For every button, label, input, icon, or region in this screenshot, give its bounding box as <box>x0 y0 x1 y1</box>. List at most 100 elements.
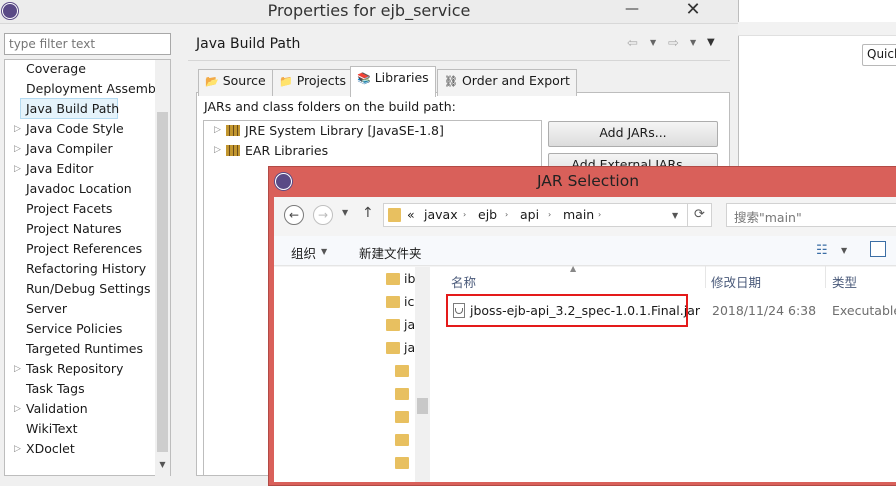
tab-label: Source <box>222 73 266 88</box>
nav-folder-label[interactable]: ib <box>404 271 415 286</box>
expand-arrow-icon[interactable]: ▷ <box>14 119 22 139</box>
tree-item-java-compiler[interactable]: Java Compiler <box>26 139 113 159</box>
add-jars-button[interactable]: Add JARs... <box>548 121 718 147</box>
column-divider[interactable] <box>825 266 826 288</box>
tree-item-task-repository[interactable]: Task Repository <box>26 359 123 379</box>
close-button[interactable]: ✕ <box>650 0 736 22</box>
address-history-dropdown-icon[interactable]: ▼ <box>672 211 678 220</box>
expand-arrow-icon[interactable]: ▷ <box>14 359 22 379</box>
tab-order-export[interactable]: ⛓ Order and Export <box>437 69 577 96</box>
tree-item-targeted-runtimes[interactable]: Targeted Runtimes <box>26 339 143 359</box>
library-entry[interactable]: EAR Libraries <box>226 141 328 161</box>
tree-item-validation[interactable]: Validation <box>26 399 88 419</box>
tree-item-wikitext[interactable]: WikiText <box>26 419 78 439</box>
scroll-down-arrow-icon[interactable]: ▼ <box>155 460 170 474</box>
tree-item-project-references[interactable]: Project References <box>26 239 142 259</box>
tree-item-java-build-path[interactable]: Java Build Path <box>26 99 119 119</box>
tree-item-server[interactable]: Server <box>26 299 67 319</box>
breadcrumb-ejb[interactable]: ejb <box>478 207 497 222</box>
folder-icon <box>388 208 401 222</box>
folder-icon[interactable] <box>395 457 409 469</box>
refresh-icon[interactable]: ⟳ <box>688 203 712 227</box>
tree-item-java-code-style[interactable]: Java Code Style <box>26 119 124 139</box>
tree-item-coverage[interactable]: Coverage <box>26 59 86 79</box>
column-header-name[interactable]: 名称 <box>451 272 476 291</box>
breadcrumb-overflow[interactable]: « <box>407 207 415 222</box>
expand-arrow-icon[interactable]: ▷ <box>14 399 22 419</box>
tree-item-service-policies[interactable]: Service Policies <box>26 319 122 339</box>
projects-icon: 📁 <box>279 75 293 88</box>
forward-arrow-icon[interactable]: ⇨ <box>668 36 679 51</box>
tree-item-java-editor[interactable]: Java Editor <box>26 159 93 179</box>
nav-scrollbar[interactable] <box>415 267 430 482</box>
quick-access-input[interactable]: Quick <box>862 44 896 66</box>
expand-arrow-icon[interactable]: ▷ <box>214 145 221 155</box>
minimize-button[interactable]: — <box>614 2 650 20</box>
page-title: Java Build Path <box>196 36 301 52</box>
libraries-caption: JARs and class folders on the build path… <box>204 99 456 114</box>
order-export-icon: ⛓ <box>444 75 458 88</box>
library-icon <box>226 125 240 136</box>
file-modified: 2018/11/24 6:38 <box>712 303 817 318</box>
folder-icon[interactable] <box>395 434 409 446</box>
breadcrumb-chevron-icon[interactable]: › <box>505 210 508 219</box>
back-history-dropdown-icon[interactable]: ▼ <box>650 38 656 47</box>
view-options-icon[interactable]: ☷ <box>816 243 828 258</box>
back-arrow-icon[interactable]: ← <box>284 205 304 225</box>
folder-icon[interactable] <box>395 411 409 423</box>
tree-item-javadoc-location[interactable]: Javadoc Location <box>26 179 132 199</box>
forward-history-dropdown-icon[interactable]: ▼ <box>690 38 696 47</box>
new-folder-button[interactable]: 新建文件夹 <box>359 243 422 262</box>
breadcrumb-api[interactable]: api <box>520 207 539 222</box>
breadcrumb-chevron-icon[interactable]: › <box>548 210 551 219</box>
view-dropdown-icon[interactable]: ▼ <box>841 246 847 255</box>
tree-item-xdoclet[interactable]: XDoclet <box>26 439 75 459</box>
dialog-title: JAR Selection <box>536 172 640 190</box>
tree-item-project-natures[interactable]: Project Natures <box>26 219 122 239</box>
folder-icon <box>386 319 400 331</box>
expand-arrow-icon[interactable]: ▷ <box>214 125 221 135</box>
recent-locations-dropdown-icon[interactable]: ▼ <box>342 208 348 217</box>
tree-scrollbar-thumb[interactable] <box>157 112 168 452</box>
nav-scrollbar-thumb[interactable] <box>417 398 428 414</box>
column-header-modified[interactable]: 修改日期 <box>711 272 761 291</box>
folder-icon <box>386 296 400 308</box>
breadcrumb-chevron-icon[interactable]: › <box>463 210 466 219</box>
file-name[interactable]: jboss-ejb-api_3.2_spec-1.0.1.Final.jar <box>470 303 700 318</box>
breadcrumb-main[interactable]: main <box>563 207 594 222</box>
expand-arrow-icon[interactable]: ▷ <box>14 139 22 159</box>
forward-arrow-icon[interactable]: → <box>313 205 333 225</box>
nav-folder-label[interactable]: ja <box>404 317 415 332</box>
breadcrumb-chevron-icon[interactable]: › <box>598 210 601 219</box>
header-divider <box>188 60 730 61</box>
filter-input[interactable] <box>4 33 171 55</box>
column-header-type[interactable]: 类型 <box>832 272 857 291</box>
column-divider[interactable] <box>705 266 706 288</box>
tree-item-run-debug-settings[interactable]: Run/Debug Settings <box>26 279 151 299</box>
organize-dropdown-icon[interactable]: ▼ <box>321 247 327 256</box>
organize-button[interactable]: 组织 <box>291 243 316 262</box>
search-input[interactable]: 搜索"main" <box>726 203 896 227</box>
breadcrumb-javax[interactable]: javax <box>424 207 458 222</box>
tree-item-deployment-assembly[interactable]: Deployment Assembly <box>26 79 167 99</box>
expand-arrow-icon[interactable]: ▷ <box>14 439 22 459</box>
tree-item-project-facets[interactable]: Project Facets <box>26 199 112 219</box>
up-arrow-icon[interactable]: ↑ <box>362 205 374 221</box>
tab-source[interactable]: 📂 Source <box>198 69 273 96</box>
library-label: JRE System Library [JavaSE-1.8] <box>245 123 444 138</box>
tree-item-refactoring-history[interactable]: Refactoring History <box>26 259 146 279</box>
library-entry[interactable]: JRE System Library [JavaSE-1.8] <box>226 121 444 141</box>
tab-projects[interactable]: 📁 Projects <box>272 69 353 96</box>
nav-folder-label[interactable]: ic <box>404 294 414 309</box>
tab-label: Order and Export <box>461 73 570 88</box>
back-arrow-icon[interactable]: ⇦ <box>627 36 638 51</box>
tab-libraries[interactable]: 📚 Libraries <box>350 66 436 97</box>
view-menu-icon[interactable]: ▼ <box>707 37 715 48</box>
preview-pane-icon[interactable] <box>870 241 886 257</box>
folder-icon[interactable] <box>395 365 409 377</box>
background-window-toolbar <box>738 22 896 36</box>
folder-icon[interactable] <box>395 388 409 400</box>
nav-folder-label[interactable]: ja <box>404 340 415 355</box>
expand-arrow-icon[interactable]: ▷ <box>14 159 22 179</box>
tree-item-task-tags[interactable]: Task Tags <box>26 379 85 399</box>
